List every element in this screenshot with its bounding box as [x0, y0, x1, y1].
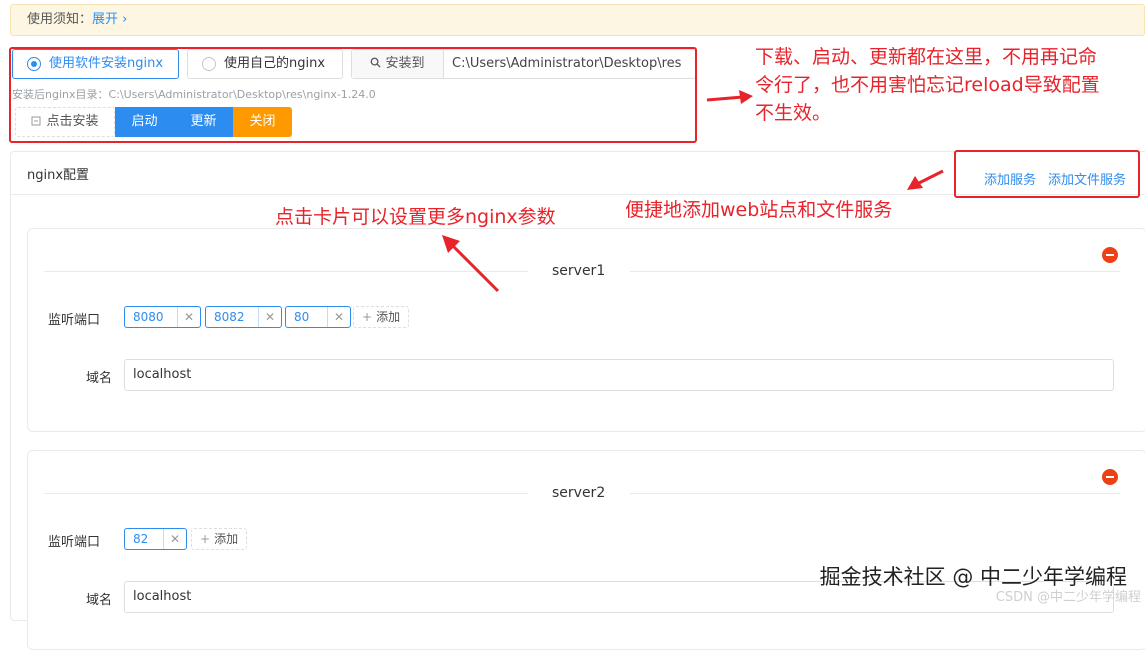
server-card-2[interactable]: server2 监听端口 82 ✕ + 添加 域名 localhost: [27, 450, 1145, 650]
server-name-2: server2: [552, 485, 606, 501]
remove-server-icon[interactable]: [1102, 247, 1118, 263]
add-port-button[interactable]: + 添加: [353, 306, 410, 328]
port-value: 8080: [133, 310, 164, 324]
port-tag: 80 ✕: [285, 306, 351, 328]
annotation-arrow-controls: [706, 90, 753, 104]
add-port-label: 添加: [376, 310, 401, 324]
port-value: 80: [294, 310, 310, 324]
annotation-arrow-card: [442, 235, 500, 293]
notice-expand-link[interactable]: 展开 ›: [92, 12, 127, 27]
remove-server-icon[interactable]: [1102, 469, 1118, 485]
notice-bar: 使用须知：展开 ›: [10, 4, 1145, 36]
server-card-1[interactable]: server1 监听端口 8080 ✕ 8082 ✕ 80 ✕ + 添加 域名 l…: [27, 228, 1145, 432]
port-tag: 8082 ✕: [205, 306, 282, 328]
domain-input[interactable]: localhost: [124, 359, 1114, 391]
close-icon[interactable]: ✕: [177, 307, 200, 327]
port-value: 8082: [214, 310, 245, 324]
annotation-controls-line2: 令行了，也不用害怕忘记reload导致配置: [755, 74, 1100, 96]
port-tag: 8080 ✕: [124, 306, 201, 328]
add-port-button[interactable]: + 添加: [191, 528, 248, 550]
port-value: 82: [133, 532, 149, 546]
server-name-1: server1: [552, 263, 606, 279]
annotation-controls-line1: 下载、启动、更新都在这里，不用再记命: [755, 46, 1098, 68]
annotation-arrow-services: [907, 169, 944, 190]
annotation-services: 便捷地添加web站点和文件服务: [625, 199, 893, 221]
ports-label: 监听端口: [47, 535, 100, 550]
server-divider-right: [630, 493, 1120, 494]
annotation-box-controls: [9, 47, 697, 143]
domain-label: 域名: [85, 593, 112, 608]
annotation-card: 点击卡片可以设置更多nginx参数: [275, 206, 556, 228]
port-tag: 82 ✕: [124, 528, 187, 550]
annotation-box-services: [954, 150, 1140, 198]
close-icon[interactable]: ✕: [327, 307, 350, 327]
plus-icon: +: [200, 532, 211, 546]
annotation-controls-line3: 不生效。: [755, 102, 832, 124]
server-divider-left: [44, 493, 528, 494]
config-title: nginx配置: [27, 168, 90, 183]
add-port-label: 添加: [214, 532, 239, 546]
watermark-csdn: CSDN @中二少年学编程: [995, 590, 1141, 605]
server-divider-right: [630, 271, 1120, 272]
domain-label: 域名: [85, 371, 112, 386]
close-icon[interactable]: ✕: [163, 529, 186, 549]
ports-label: 监听端口: [47, 313, 100, 328]
plus-icon: +: [362, 310, 373, 324]
notice-label: 使用须知：: [27, 12, 93, 27]
close-icon[interactable]: ✕: [258, 307, 281, 327]
